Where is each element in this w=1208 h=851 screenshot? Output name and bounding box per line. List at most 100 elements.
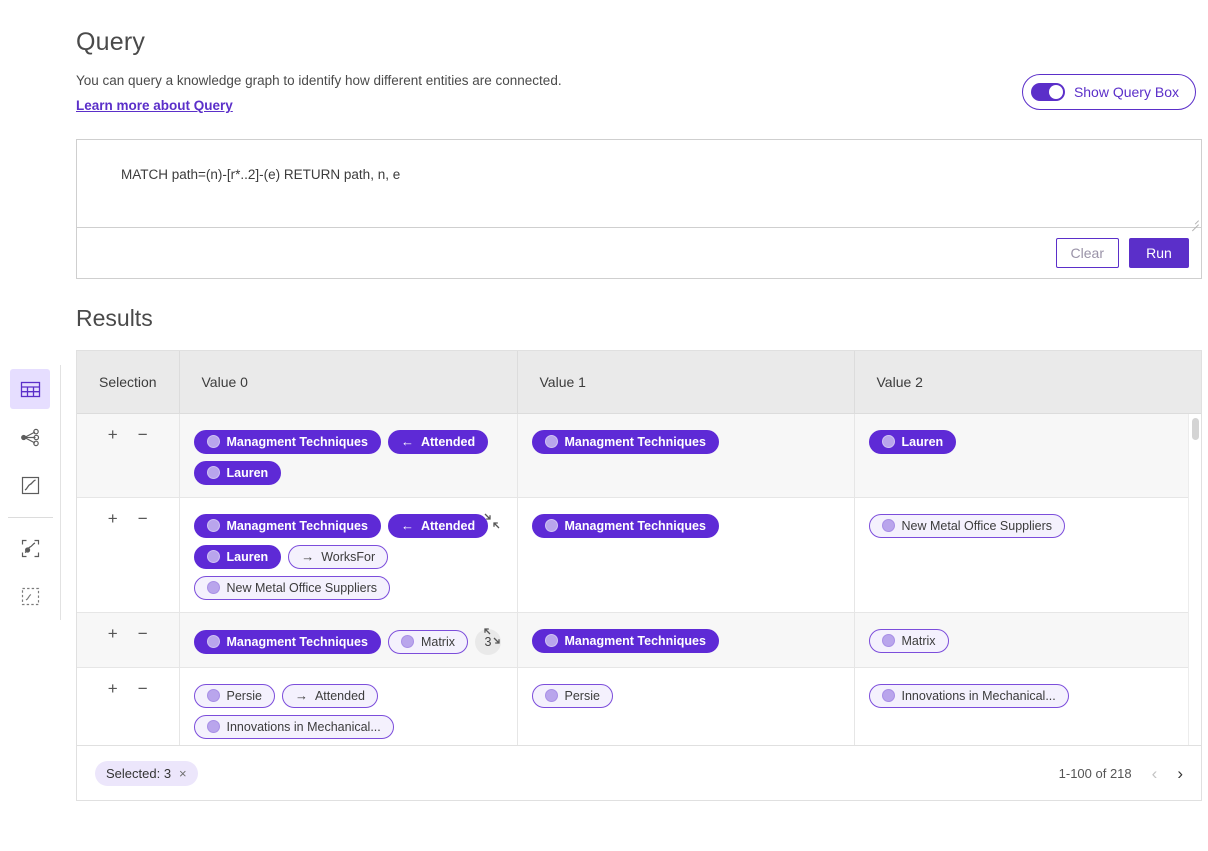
row-selection-cell: +−	[77, 667, 179, 751]
cell-value1: Managment Techniques	[517, 497, 854, 612]
column-header-value2[interactable]: Value 2	[854, 351, 1201, 413]
chip-label: Attended	[315, 689, 365, 703]
chip-label: Matrix	[902, 634, 936, 648]
table-row[interactable]: +− Persie → Attended Innovations in Mechanic…	[77, 667, 1201, 751]
add-to-selection-button[interactable]: +	[106, 680, 120, 697]
entity-chip[interactable]: Managment Techniques	[532, 430, 719, 454]
remove-from-selection-button[interactable]: −	[136, 680, 150, 697]
chip-label: Innovations in Mechanical...	[227, 720, 381, 734]
sidebar-item-graph-view[interactable]	[10, 417, 50, 457]
entity-chip[interactable]: Managment Techniques	[194, 630, 381, 654]
sidebar-item-map-view[interactable]	[10, 465, 50, 505]
relationship-direction-icon: →	[301, 550, 314, 563]
scrollbar-thumb[interactable]	[1192, 418, 1199, 440]
entity-chip[interactable]: Matrix	[388, 630, 468, 654]
show-query-box-toggle[interactable]: Show Query Box	[1022, 74, 1196, 110]
toggle-label: Show Query Box	[1074, 84, 1179, 100]
chip-label: Managment Techniques	[227, 519, 368, 533]
table-row[interactable]: +−Managment TechniquesMatrix3Managment T…	[77, 612, 1201, 667]
entity-chip[interactable]: Persie	[194, 684, 275, 708]
column-header-value1[interactable]: Value 1	[517, 351, 854, 413]
chip-label: New Metal Office Suppliers	[227, 581, 378, 595]
next-page-button[interactable]: ›	[1177, 765, 1183, 782]
row-selection-cell: +−	[77, 413, 179, 497]
relationship-chip[interactable]: →WorksFor	[288, 545, 388, 569]
add-to-selection-button[interactable]: +	[106, 625, 120, 642]
relationship-chip[interactable]: ← Attended	[388, 430, 488, 454]
chip-group: Managment Techniques	[532, 510, 840, 538]
cell-value1: Managment Techniques	[517, 413, 854, 497]
entity-chip[interactable]: Managment Techniques	[532, 629, 719, 653]
chip-label: Persie	[565, 689, 600, 703]
entity-chip[interactable]: Innovations in Mechanical...	[869, 684, 1069, 708]
pagination-range: 1-100 of 218	[1059, 766, 1132, 781]
entity-chip[interactable]: New Metal Office Suppliers	[194, 576, 391, 600]
chip-group: Managment Techniques	[532, 426, 840, 454]
entity-chip[interactable]: Matrix	[869, 629, 949, 653]
chip-label: Managment Techniques	[565, 519, 706, 533]
run-button[interactable]: Run	[1129, 238, 1189, 268]
entity-chip[interactable]: Lauren	[194, 545, 282, 569]
query-editor: MATCH path=(n)-[r*..2]-(e) RETURN path, …	[76, 139, 1202, 279]
clear-selection-icon[interactable]: ×	[179, 766, 187, 781]
chip-label: Lauren	[227, 550, 269, 564]
collapse-row-icon[interactable]	[483, 512, 501, 530]
node-dot-icon	[207, 519, 220, 532]
chip-group: Matrix	[869, 625, 1188, 653]
sidebar-item-selection-map-view[interactable]	[10, 528, 50, 568]
chip-label: Lauren	[227, 466, 269, 480]
query-actions: Clear Run	[77, 228, 1201, 278]
remove-from-selection-button[interactable]: −	[136, 426, 150, 443]
node-dot-icon	[207, 435, 220, 448]
sidebar-item-table-view[interactable]	[10, 369, 50, 409]
chip-group: Innovations in Mechanical...	[869, 680, 1188, 708]
entity-chip[interactable]: Managment Techniques	[194, 514, 381, 538]
relationship-direction-icon: ←	[401, 435, 414, 448]
chip-group: New Metal Office Suppliers	[869, 510, 1188, 538]
toolbar-divider	[8, 517, 53, 518]
node-dot-icon	[882, 689, 895, 702]
entity-chip[interactable]: Lauren	[869, 430, 957, 454]
remove-from-selection-button[interactable]: −	[136, 625, 150, 642]
learn-more-link[interactable]: Learn more about Query	[76, 98, 233, 113]
dashed-box-icon	[21, 587, 40, 606]
relationship-chip[interactable]: ←Attended	[388, 514, 488, 538]
table-vertical-scrollbar[interactable]	[1188, 414, 1201, 800]
node-dot-icon	[882, 435, 895, 448]
chip-label: Lauren	[902, 435, 944, 449]
relationship-direction-icon: ←	[401, 519, 414, 532]
entity-chip[interactable]: Innovations in Mechanical...	[194, 715, 394, 739]
resize-handle-icon[interactable]	[1189, 215, 1199, 225]
entity-chip[interactable]: New Metal Office Suppliers	[869, 514, 1066, 538]
add-to-selection-button[interactable]: +	[106, 426, 120, 443]
add-to-selection-button[interactable]: +	[106, 510, 120, 527]
query-input[interactable]: MATCH path=(n)-[r*..2]-(e) RETURN path, …	[77, 140, 1201, 228]
prev-page-button[interactable]: ‹	[1152, 765, 1158, 782]
relationship-direction-icon: →	[295, 689, 308, 702]
table-row[interactable]: +− Managment Techniques ←Attended Lauren →Wo…	[77, 497, 1201, 612]
table-row[interactable]: +−Managment Techniques←AttendedLaurenMan…	[77, 413, 1201, 497]
entity-chip[interactable]: Lauren	[194, 461, 282, 485]
node-dot-icon	[545, 519, 558, 532]
expand-row-icon[interactable]	[483, 627, 501, 645]
node-dot-icon	[207, 581, 220, 594]
relationship-chip[interactable]: → Attended	[282, 684, 378, 708]
node-dot-icon	[882, 634, 895, 647]
toggle-switch[interactable]	[1031, 83, 1065, 101]
entity-chip[interactable]: Managment Techniques	[194, 430, 381, 454]
chip-group: Managment Techniques ←Attended Lauren →Work…	[194, 510, 503, 600]
remove-from-selection-button[interactable]: −	[136, 510, 150, 527]
selected-count-pill[interactable]: Selected: 3 ×	[95, 761, 198, 786]
query-text: MATCH path=(n)-[r*..2]-(e) RETURN path, …	[121, 167, 400, 182]
cell-value0: Persie → Attended Innovations in Mechanical…	[179, 667, 517, 751]
column-header-value0[interactable]: Value 0	[179, 351, 517, 413]
clear-button[interactable]: Clear	[1056, 238, 1119, 268]
chip-label: Attended	[421, 435, 475, 449]
node-dot-icon	[401, 635, 414, 648]
query-page: Query You can query a knowledge graph to…	[0, 0, 1208, 851]
sidebar-item-empty-selection-view[interactable]	[10, 576, 50, 616]
chip-group: Managment Techniques ← Attended Lauren	[194, 426, 503, 485]
entity-chip[interactable]: Managment Techniques	[532, 514, 719, 538]
entity-chip[interactable]: Persie	[532, 684, 613, 708]
column-header-selection[interactable]: Selection	[77, 351, 179, 413]
